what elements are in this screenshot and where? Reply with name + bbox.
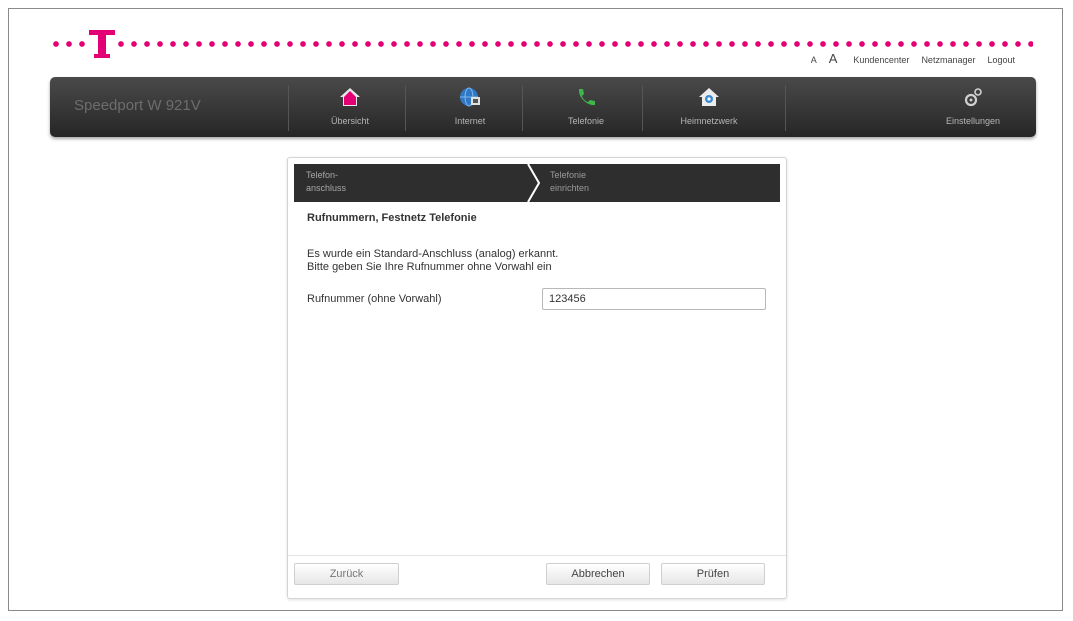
nav-label: Einstellungen [945,116,1001,126]
telekom-logo[interactable] [89,24,115,62]
footer-divider [288,555,786,556]
nav-divider [522,85,523,131]
device-name: Speedport W 921V [74,97,201,114]
nav-item-uebersicht[interactable]: Übersicht [314,77,386,137]
font-size-large-button[interactable]: A [829,51,838,66]
setup-wizard-panel: Telefon- anschluss Telefonie einrichten … [287,157,787,599]
top-links: A A Kundencenter Netzmanager Logout [811,51,1015,69]
nav-divider [405,85,406,131]
nav-label: Übersicht [330,116,369,126]
logout-link[interactable]: Logout [987,55,1015,65]
nav-divider [642,85,643,131]
netzmanager-link[interactable]: Netzmanager [921,55,975,65]
nav-divider [785,85,786,131]
nav-label: Heimnetzwerk [680,116,738,126]
nav-label: Telefonie [567,116,605,126]
phone-icon [578,89,595,106]
brand-dots [53,41,1033,47]
home-icon [340,88,360,106]
kundencenter-link[interactable]: Kundencenter [853,55,909,65]
step-telefonie-einrichten: Telefonie einrichten [550,170,590,193]
font-size-small-button[interactable]: A [811,55,817,65]
nav-item-einstellungen[interactable]: Einstellungen [928,77,1018,137]
phone-number-label: Rufnummer (ohne Vorwahl) [307,293,442,305]
section-heading: Rufnummern, Festnetz Telefonie [307,212,477,224]
back-button[interactable]: Zurück [294,563,399,585]
step-telefonanschluss: Telefon- anschluss [306,170,347,193]
nav-item-internet[interactable]: Internet [434,77,506,137]
home-network-icon [699,88,719,106]
info-text: Es wurde ein Standard-Anschluss (analog)… [307,248,559,273]
step-arrow-icon [527,164,541,202]
phone-number-input[interactable] [542,288,766,310]
brand-line [53,24,1033,62]
cancel-button[interactable]: Abbrechen [546,563,650,585]
check-button[interactable]: Prüfen [661,563,765,585]
globe-icon [460,87,480,107]
wizard-steps: Telefon- anschluss Telefonie einrichten [294,164,780,202]
gears-icon [964,88,982,107]
nav-item-heimnetzwerk[interactable]: Heimnetzwerk [664,77,754,137]
main-navigation: Speedport W 921V Übersicht Internet Tele… [50,77,1036,137]
nav-divider [288,85,289,131]
nav-label: Internet [454,116,486,126]
nav-item-telefonie[interactable]: Telefonie [550,77,622,137]
